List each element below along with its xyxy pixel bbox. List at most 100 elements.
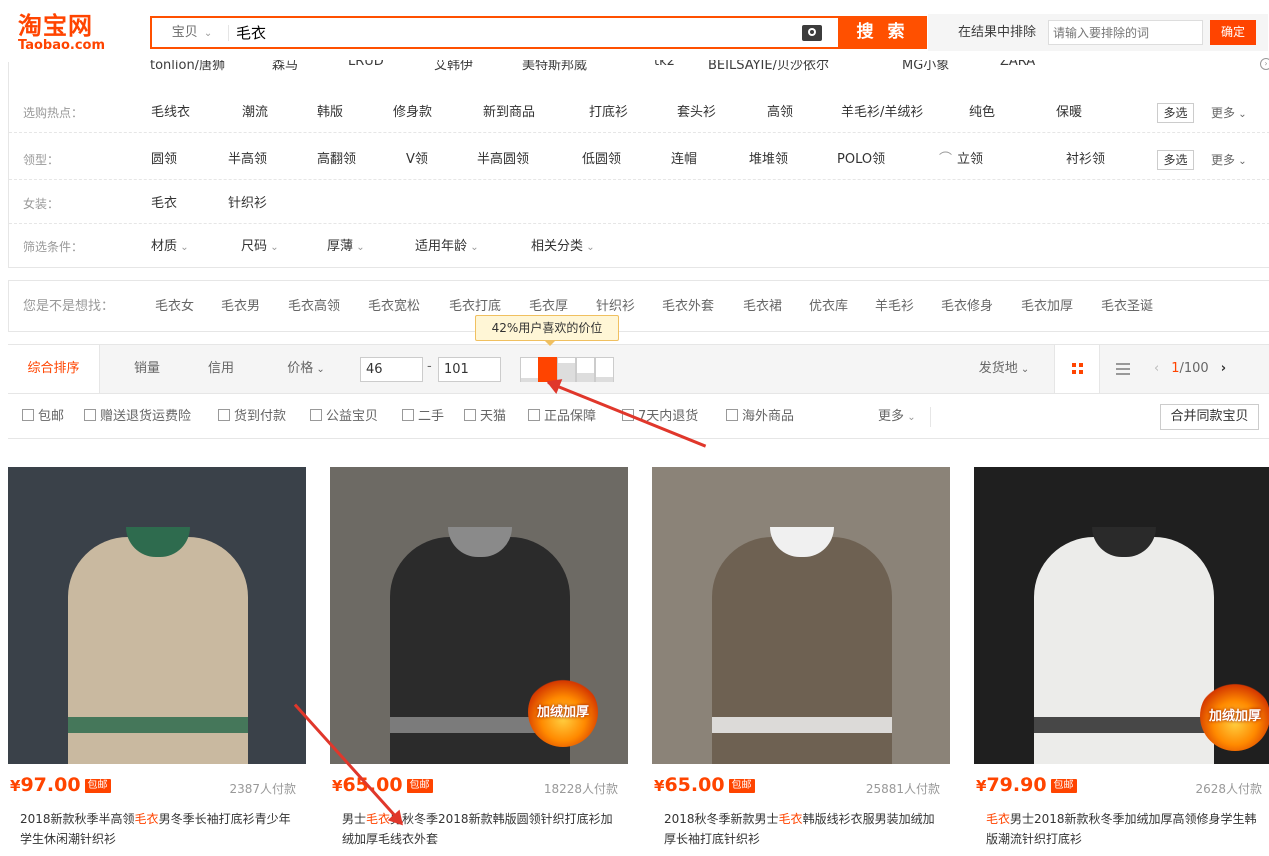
filter-dropdown[interactable]: 厚薄 — [327, 227, 365, 268]
suggestion-link[interactable]: 毛衣宽松 — [368, 281, 420, 333]
next-page-icon[interactable]: › — [1221, 361, 1226, 376]
search-button[interactable]: 搜 索 — [838, 16, 927, 49]
title-highlight: 毛衣 — [986, 812, 1011, 826]
option-cod[interactable]: 货到付款 — [218, 395, 286, 439]
search-scope-select[interactable]: 宝贝 ⌄ — [152, 18, 232, 47]
option-overseas[interactable]: 海外商品 — [726, 395, 794, 439]
search-input[interactable] — [236, 18, 796, 47]
checkbox[interactable] — [22, 409, 34, 421]
product-title[interactable]: 2018新款秋季半高领毛衣男冬季长袖打底衫青少年学生休闲潮针织衫 — [20, 809, 300, 849]
suggestion-link[interactable]: 毛衣加厚 — [1021, 281, 1073, 333]
product-card[interactable]: ¥97.00 包邮 2387人付款 2018新款秋季半高领毛衣男冬季长袖打底衫青少年学… — [8, 467, 306, 856]
product-title[interactable]: 毛衣男士2018新款秋冬季加绒加厚高领修身学生韩版潮流针织打底衫 — [986, 809, 1266, 849]
options-more[interactable]: 更多 ⌄ — [878, 395, 916, 440]
checkbox[interactable] — [310, 409, 322, 421]
filter-value[interactable]: 新到商品 — [483, 93, 535, 133]
price-range-bar[interactable] — [576, 357, 595, 382]
suggestion-link[interactable]: 毛衣裙 — [743, 281, 782, 333]
product-card[interactable]: 加绒加厚 ¥79.90 包邮 2628人付款 毛衣男士2018新款秋冬季加绒加厚高领修身… — [974, 467, 1269, 856]
sort-credit[interactable]: 信用 — [196, 345, 246, 393]
price-max-input[interactable] — [438, 357, 501, 382]
checkbox[interactable] — [402, 409, 414, 421]
multi-select-button[interactable]: 多选 — [1157, 150, 1194, 170]
filter-value[interactable]: 针织衫 — [228, 184, 267, 224]
suggestion-link[interactable]: 毛衣外套 — [662, 281, 714, 333]
checkbox[interactable] — [528, 409, 540, 421]
camera-icon[interactable] — [802, 25, 822, 41]
suggestion-link[interactable]: 羊毛衫 — [875, 281, 914, 333]
checkbox[interactable] — [464, 409, 476, 421]
filter-value[interactable]: 连帽 — [671, 140, 697, 180]
suggestion-link[interactable]: 毛衣圣诞 — [1101, 281, 1153, 333]
filter-value[interactable]: 毛衣 — [151, 184, 177, 224]
suggestion-link[interactable]: 毛衣男 — [221, 281, 260, 333]
more-button[interactable]: 更多 — [1211, 140, 1247, 182]
product-image[interactable] — [652, 467, 950, 764]
filter-value[interactable]: POLO领 — [837, 140, 885, 180]
sort-sales[interactable]: 销量 — [122, 345, 172, 393]
suggestion-link[interactable]: 毛衣修身 — [941, 281, 993, 333]
filter-value[interactable]: 毛线衣 — [151, 93, 190, 133]
product-image[interactable]: 加绒加厚 — [330, 467, 628, 764]
exclude-confirm-button[interactable]: 确定 — [1210, 20, 1256, 45]
option-charity[interactable]: 公益宝贝 — [310, 395, 378, 439]
price-range-bar[interactable] — [520, 357, 539, 382]
filter-dropdown[interactable]: 适用年龄 — [415, 227, 479, 268]
sort-price[interactable]: 价格 — [276, 345, 336, 394]
product-image[interactable] — [8, 467, 306, 764]
grid-view-button[interactable] — [1054, 345, 1100, 393]
option-free-shipping[interactable]: 包邮 — [22, 395, 64, 439]
filter-value[interactable]: 韩版 — [317, 93, 343, 133]
filter-value[interactable]: 套头衫 — [677, 93, 716, 133]
filter-value[interactable]: V领 — [406, 140, 428, 180]
list-view-button[interactable] — [1100, 345, 1146, 393]
product-title[interactable]: 2018秋冬季新款男士毛衣韩版线衫衣服男装加绒加厚长袖打底针织衫 — [664, 809, 944, 849]
filter-dropdown[interactable]: 材质 — [151, 227, 189, 268]
product-image[interactable]: 加绒加厚 — [974, 467, 1269, 764]
sort-bar: 综合排序 销量 信用 价格 - 发货地 ‹1/100› — [8, 344, 1269, 394]
option-return-insurance[interactable]: 赠送退货运费险 — [84, 395, 191, 439]
multi-select-button[interactable]: 多选 — [1157, 103, 1194, 123]
filter-value[interactable]: 纯色 — [969, 93, 995, 133]
filter-value[interactable]: 立领 — [957, 140, 983, 180]
filter-value[interactable]: 半高圆领 — [477, 140, 529, 180]
price-range-bar[interactable] — [595, 357, 614, 382]
product-card[interactable]: ¥65.00 包邮 25881人付款 2018秋冬季新款男士毛衣韩版线衫衣服男装加绒加… — [652, 467, 950, 856]
taobao-logo[interactable]: 淘宝网 Taobao.com — [18, 14, 138, 54]
filter-value[interactable]: 衬衫领 — [1066, 140, 1105, 180]
more-button[interactable]: 更多 — [1211, 93, 1247, 135]
filter-value[interactable]: 低圆领 — [582, 140, 621, 180]
price-min-input[interactable] — [360, 357, 423, 382]
ship-from-dropdown[interactable]: 发货地 — [974, 345, 1034, 394]
filter-value[interactable]: 修身款 — [393, 93, 432, 133]
filter-value[interactable]: 半高领 — [228, 140, 267, 180]
suggestion-link[interactable]: 毛衣高领 — [288, 281, 340, 333]
paid-count: 2628人付款 — [1195, 782, 1262, 796]
filter-dropdown[interactable]: 相关分类 — [531, 227, 595, 268]
filter-value[interactable]: 高领 — [767, 93, 793, 133]
filter-value[interactable]: 保暖 — [1056, 93, 1082, 133]
checkbox[interactable] — [218, 409, 230, 421]
suggestion-link[interactable]: 优衣库 — [809, 281, 848, 333]
merge-same-button[interactable]: 合并同款宝贝 — [1160, 404, 1259, 430]
option-tmall[interactable]: 天猫 — [464, 395, 506, 439]
option-genuine[interactable]: 正品保障 — [528, 395, 596, 439]
filter-value[interactable]: 潮流 — [242, 93, 268, 133]
exclude-label: 在结果中排除 — [958, 25, 1037, 40]
filter-value[interactable]: 高翻领 — [317, 140, 356, 180]
prev-page-icon[interactable]: ‹ — [1154, 361, 1159, 376]
suggestion-link[interactable]: 毛衣女 — [155, 281, 194, 333]
checkbox[interactable] — [726, 409, 738, 421]
checkbox[interactable] — [84, 409, 96, 421]
sort-default[interactable]: 综合排序 — [8, 345, 100, 393]
filter-value[interactable]: 羊毛衫/羊绒衫 — [841, 93, 923, 133]
filter-value[interactable]: 打底衫 — [589, 93, 628, 133]
product-card[interactable]: 加绒加厚 ¥65.00 包邮 18228人付款 男士毛衣男秋冬季2018新款韩版圆领针织… — [330, 467, 628, 856]
filter-value[interactable]: 堆堆领 — [749, 140, 788, 180]
option-second-hand[interactable]: 二手 — [402, 395, 444, 439]
exclude-input[interactable] — [1048, 20, 1203, 45]
filter-dropdown[interactable]: 尺码 — [241, 227, 279, 268]
filter-value[interactable]: 圆领 — [151, 140, 177, 180]
product-title[interactable]: 男士毛衣男秋冬季2018新款韩版圆领针织打底衫加绒加厚毛线衣外套 — [342, 809, 622, 849]
filter-key: 选购热点： — [23, 106, 84, 120]
